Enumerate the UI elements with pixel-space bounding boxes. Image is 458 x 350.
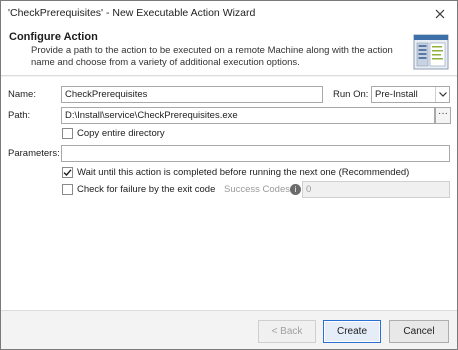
- run-on-value: Pre-Install: [375, 89, 418, 100]
- wizard-header: Configure Action Provide a path to the a…: [1, 26, 457, 76]
- copy-directory-checkbox[interactable]: [62, 128, 73, 139]
- cancel-button[interactable]: Cancel: [389, 320, 449, 343]
- parameters-label: Parameters:: [8, 148, 60, 159]
- wizard-window-icon: [413, 34, 449, 70]
- wizard-window: 'CheckPrerequisites' - New Executable Ac…: [0, 0, 458, 350]
- wait-checkbox[interactable]: [62, 167, 73, 178]
- name-label: Name:: [8, 89, 36, 100]
- run-on-label: Run On:: [333, 89, 369, 100]
- wait-label: Wait until this action is completed befo…: [77, 167, 410, 178]
- window-title: 'CheckPrerequisites' - New Executable Ac…: [8, 7, 256, 19]
- chevron-down-icon: [438, 92, 447, 97]
- browse-button[interactable]: ···: [435, 107, 451, 124]
- run-on-select[interactable]: Pre-Install: [371, 86, 450, 103]
- close-button[interactable]: [423, 1, 457, 26]
- wizard-body: Name: CheckPrerequisites Run On: Pre-Ins…: [1, 77, 457, 310]
- back-button[interactable]: < Back: [258, 320, 316, 343]
- check-failure-checkbox[interactable]: [62, 184, 73, 195]
- info-icon: i: [290, 184, 301, 195]
- copy-directory-label: Copy entire directory: [77, 128, 165, 139]
- success-codes-field[interactable]: 0: [302, 181, 450, 198]
- title-bar: 'CheckPrerequisites' - New Executable Ac…: [1, 1, 457, 26]
- run-on-dropdown-button[interactable]: [435, 87, 449, 102]
- path-field[interactable]: D:\Install\service\CheckPrerequisites.ex…: [61, 107, 435, 124]
- path-label: Path:: [8, 110, 31, 121]
- page-description: Provide a path to the action to be execu…: [31, 45, 393, 68]
- page-title: Configure Action: [9, 31, 98, 43]
- wizard-footer: < Back Create Cancel: [1, 310, 457, 349]
- check-failure-label: Check for failure by the exit code: [77, 184, 216, 195]
- close-icon: [435, 9, 445, 18]
- name-field[interactable]: CheckPrerequisites: [61, 86, 323, 103]
- parameters-field[interactable]: [61, 145, 450, 162]
- success-codes-label: Success Codes:: [224, 184, 293, 195]
- checkmark-icon: [63, 169, 72, 177]
- create-button[interactable]: Create: [323, 320, 381, 343]
